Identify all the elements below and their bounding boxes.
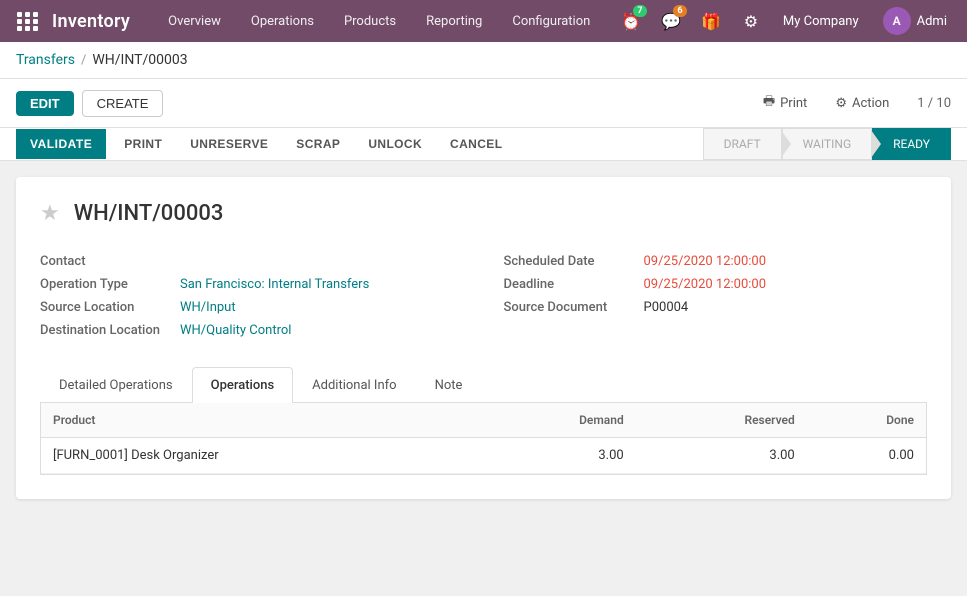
chat-notification-btn[interactable]: 💬 6 [655,5,687,37]
print-icon: 🖶 [763,92,775,114]
deadline-label: Deadline [504,277,634,292]
source-document-label: Source Document [504,300,634,315]
cog-icon: ⚙ [835,96,847,111]
user-name: Admi [917,14,947,29]
source-document-value: P00004 [644,300,689,315]
table-row[interactable]: [FURN_0001] Desk Organizer 3.00 3.00 0.0… [41,438,926,474]
app-grid-icon[interactable] [12,5,44,37]
grid-dots-icon [17,12,39,31]
field-source-location: Source Location WH/Input [40,296,464,319]
form-title-row: ★ WH/INT/00003 [40,201,927,226]
company-name[interactable]: My Company [775,10,867,33]
nav-reporting[interactable]: Reporting [412,6,496,37]
field-source-document: Source Document P00004 [504,296,928,319]
table-header: Product Demand Reserved Done [41,403,926,438]
gift-icon-btn[interactable]: 🎁 [695,5,727,37]
navbar-menu: Overview Operations Products Reporting C… [154,6,615,37]
tab-operations[interactable]: Operations [192,367,294,403]
cancel-button[interactable]: CANCEL [440,129,512,159]
scrap-button[interactable]: SCRAP [286,129,350,159]
cell-done: 0.00 [807,438,926,474]
tab-content-operations: Product Demand Reserved Done [FURN_0001]… [40,403,927,475]
user-avatar: A [883,7,911,35]
navbar-right: ⏰ 7 💬 6 🎁 ⚙ My Company A Admi [615,3,955,39]
col-demand: Demand [478,403,636,438]
deadline-value: 09/25/2020 12:00:00 [644,277,767,292]
operation-type-value[interactable]: San Francisco: Internal Transfers [180,277,369,292]
main-content: ★ WH/INT/00003 Contact Operation Type Sa… [0,161,967,561]
favorite-star-icon[interactable]: ★ [40,201,60,226]
validate-button[interactable]: VALIDATE [16,129,106,159]
print-label: Print [780,96,807,111]
tabs-bar: Detailed Operations Operations Additiona… [40,366,927,403]
create-button[interactable]: CREATE [82,90,164,117]
destination-location-label: Destination Location [40,323,170,338]
breadcrumb-current: WH/INT/00003 [92,52,187,68]
table-body: [FURN_0001] Desk Organizer 3.00 3.00 0.0… [41,438,926,474]
fields-left: Contact Operation Type San Francisco: In… [40,250,464,342]
operation-type-label: Operation Type [40,277,170,292]
clock-notification-btn[interactable]: ⏰ 7 [615,5,647,37]
tab-additional-info[interactable]: Additional Info [293,367,415,403]
status-draft[interactable]: DRAFT [703,128,782,160]
action-label: Action [852,96,889,111]
tab-detailed-operations[interactable]: Detailed Operations [40,367,192,403]
cell-product: [FURN_0001] Desk Organizer [41,438,478,474]
gift-icon: 🎁 [701,12,721,31]
status-steps: DRAFT WAITING READY [703,128,951,160]
form-fields: Contact Operation Type San Francisco: In… [40,250,927,342]
breadcrumb-bar: Transfers / WH/INT/00003 [0,42,967,79]
nav-products[interactable]: Products [330,6,410,37]
action-button[interactable]: ⚙ Action [825,91,899,116]
source-location-value[interactable]: WH/Input [180,300,236,315]
clock-badge: 7 [633,5,647,17]
destination-location-value[interactable]: WH/Quality Control [180,323,291,338]
gear-icon: ⚙ [744,12,758,31]
user-menu[interactable]: A Admi [875,3,955,39]
unlock-button[interactable]: UNLOCK [358,129,432,159]
navbar: Inventory Overview Operations Products R… [0,0,967,42]
breadcrumb-parent[interactable]: Transfers [16,52,75,68]
nav-operations[interactable]: Operations [237,6,328,37]
scheduled-date-label: Scheduled Date [504,254,634,269]
nav-configuration[interactable]: Configuration [498,6,604,37]
page-counter: 1 / 10 [917,96,951,111]
field-operation-type: Operation Type San Francisco: Internal T… [40,273,464,296]
cell-demand: 3.00 [478,438,636,474]
fields-right: Scheduled Date 09/25/2020 12:00:00 Deadl… [504,250,928,342]
col-product: Product [41,403,478,438]
edit-button[interactable]: EDIT [16,91,74,116]
chat-badge: 6 [673,5,687,17]
field-destination-location: Destination Location WH/Quality Control [40,319,464,342]
scheduled-date-value: 09/25/2020 12:00:00 [644,254,767,269]
status-ready[interactable]: READY [872,128,951,160]
form-card: ★ WH/INT/00003 Contact Operation Type Sa… [16,177,951,499]
field-scheduled-date: Scheduled Date 09/25/2020 12:00:00 [504,250,928,273]
operations-table: Product Demand Reserved Done [FURN_0001]… [41,403,926,474]
breadcrumb-separator: / [81,53,86,68]
source-location-label: Source Location [40,300,170,315]
app-brand: Inventory [52,11,130,32]
status-waiting[interactable]: WAITING [782,128,872,160]
tab-note[interactable]: Note [416,367,482,403]
unreserve-button[interactable]: UNRESERVE [180,129,278,159]
nav-overview[interactable]: Overview [154,6,235,37]
settings-icon-btn[interactable]: ⚙ [735,5,767,37]
field-contact: Contact [40,250,464,273]
status-bar: VALIDATE PRINT UNRESERVE SCRAP UNLOCK CA… [0,128,967,161]
print-button[interactable]: 🖶 Print [753,87,817,119]
action-bar: EDIT CREATE 🖶 Print ⚙ Action 1 / 10 [0,79,967,128]
form-title: WH/INT/00003 [74,201,224,226]
contact-label: Contact [40,254,170,269]
col-done: Done [807,403,926,438]
field-deadline: Deadline 09/25/2020 12:00:00 [504,273,928,296]
cell-reserved: 3.00 [636,438,807,474]
col-reserved: Reserved [636,403,807,438]
print-status-button[interactable]: PRINT [114,129,172,159]
